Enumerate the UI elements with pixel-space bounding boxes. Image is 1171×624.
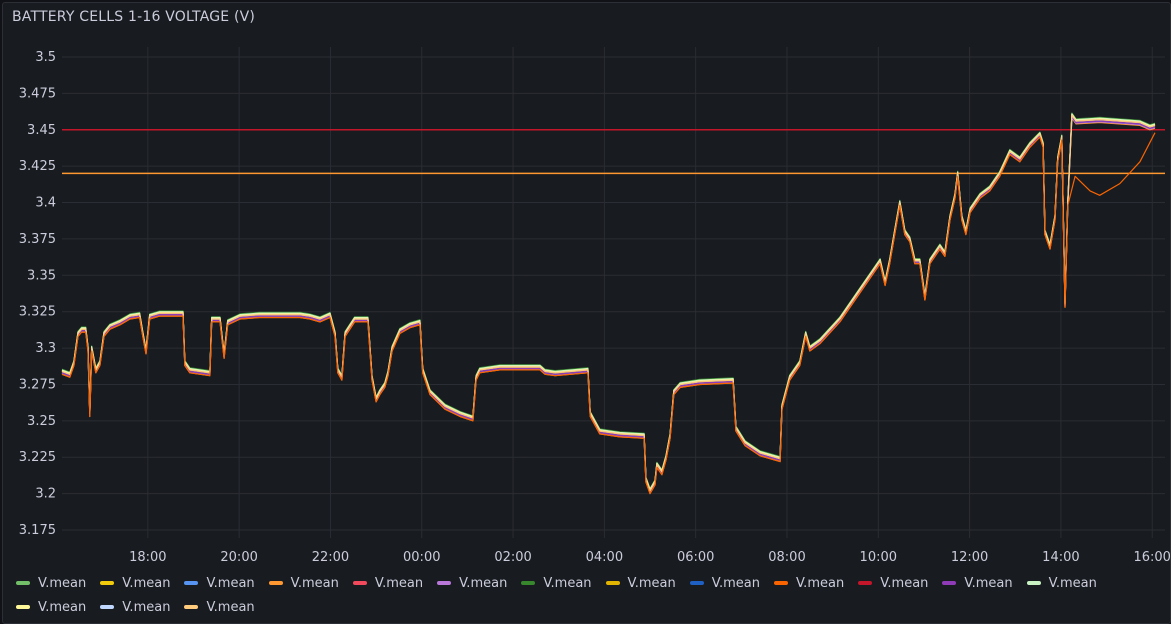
legend-label: V.mean xyxy=(38,575,87,591)
legend-item[interactable]: V.mean xyxy=(689,574,760,592)
y-tick-label: 3.35 xyxy=(27,268,56,283)
y-tick-label: 3.2 xyxy=(35,487,56,502)
legend-swatch xyxy=(100,605,115,609)
legend-item[interactable]: V.mean xyxy=(100,574,170,592)
legend-item[interactable]: V.mean xyxy=(184,598,255,616)
legend-item[interactable]: V.mean xyxy=(16,598,86,616)
legend-item[interactable]: V.mean xyxy=(521,574,592,592)
x-tick-label: 04:00 xyxy=(586,550,623,565)
y-tick-label: 3.375 xyxy=(19,232,56,247)
legend-item[interactable]: V.mean xyxy=(1026,574,1097,592)
x-tick-label: 10:00 xyxy=(860,550,897,565)
legend-item[interactable]: V.mean xyxy=(100,598,170,616)
y-tick-label: 3.45 xyxy=(27,123,56,138)
legend-item[interactable]: V.mean xyxy=(858,574,928,592)
x-tick-label: 02:00 xyxy=(494,550,531,565)
legend-swatch xyxy=(352,581,367,585)
legend-label: V.mean xyxy=(122,599,171,615)
legend-label: V.mean xyxy=(795,575,845,591)
y-tick-label: 3.475 xyxy=(19,86,56,101)
x-tick-label: 18:00 xyxy=(129,550,166,565)
legend-item[interactable]: V.mean xyxy=(184,574,255,592)
legend-swatch xyxy=(268,581,283,585)
y-tick-label: 3.275 xyxy=(19,377,56,392)
legend-item[interactable]: V.mean xyxy=(605,574,676,592)
x-tick-label: 08:00 xyxy=(768,550,805,565)
x-tick-label: 16:00 xyxy=(1133,550,1170,565)
y-tick-label: 3.325 xyxy=(19,305,56,320)
legend-label: V.mean xyxy=(1048,575,1097,591)
x-tick-label: 20:00 xyxy=(220,550,257,565)
y-tick-label: 3.225 xyxy=(19,450,56,465)
x-tick-label: 22:00 xyxy=(312,550,349,565)
legend-label: V.mean xyxy=(206,575,255,591)
legend-label: V.mean xyxy=(122,575,171,591)
legend-item[interactable]: V.mean xyxy=(352,574,424,592)
legend-label: V.mean xyxy=(459,575,508,591)
y-tick-label: 3.4 xyxy=(35,196,56,211)
legend-swatch xyxy=(100,581,115,585)
legend-swatch xyxy=(184,605,199,609)
y-tick-label: 3.3 xyxy=(35,341,56,356)
x-tick-label: 14:00 xyxy=(1042,550,1079,565)
legend-label: V.mean xyxy=(627,575,676,591)
x-tick-label: 12:00 xyxy=(951,550,988,565)
legend-item[interactable]: V.mean xyxy=(437,574,507,592)
legend-swatch xyxy=(521,581,536,585)
legend-label: V.mean xyxy=(290,575,339,591)
y-tick-label: 3.175 xyxy=(19,523,56,538)
legend-label: V.mean xyxy=(206,599,255,615)
legend-item[interactable]: V.mean xyxy=(942,574,1013,592)
legend-label: V.mean xyxy=(38,599,87,615)
legend-item[interactable]: V.mean xyxy=(16,574,86,592)
legend-label: V.mean xyxy=(543,575,592,591)
legend-swatch xyxy=(773,581,788,585)
legend-swatch xyxy=(1026,581,1041,585)
legend-item[interactable]: V.mean xyxy=(268,574,339,592)
legend-label: V.mean xyxy=(711,575,760,591)
x-tick-label: 06:00 xyxy=(677,550,714,565)
series-line-4 xyxy=(61,117,1156,495)
legend-item[interactable]: V.mean xyxy=(773,574,845,592)
y-tick-label: 3.25 xyxy=(27,414,56,429)
x-tick-label: 00:00 xyxy=(403,550,440,565)
legend: V.mean V.mean V.mean V.mean V.mean V.mean V.me… xyxy=(16,574,1156,616)
legend-swatch xyxy=(16,605,30,609)
legend-label: V.mean xyxy=(880,575,929,591)
voltage-chart[interactable]: 3.175 3.2 3.225 3.25 3.275 3.3 3.325 3.35 3.375 3… xyxy=(0,0,1171,615)
legend-label: V.mean xyxy=(374,575,424,591)
y-tick-label: 3.425 xyxy=(19,159,56,174)
legend-swatch xyxy=(184,581,199,585)
legend-label: V.mean xyxy=(964,575,1013,591)
legend-swatch xyxy=(16,581,30,585)
legend-swatch xyxy=(605,581,620,585)
legend-swatch xyxy=(858,581,873,585)
legend-swatch xyxy=(689,581,704,585)
y-tick-label: 3.5 xyxy=(35,50,56,65)
legend-swatch xyxy=(437,581,452,585)
legend-swatch xyxy=(942,581,957,585)
